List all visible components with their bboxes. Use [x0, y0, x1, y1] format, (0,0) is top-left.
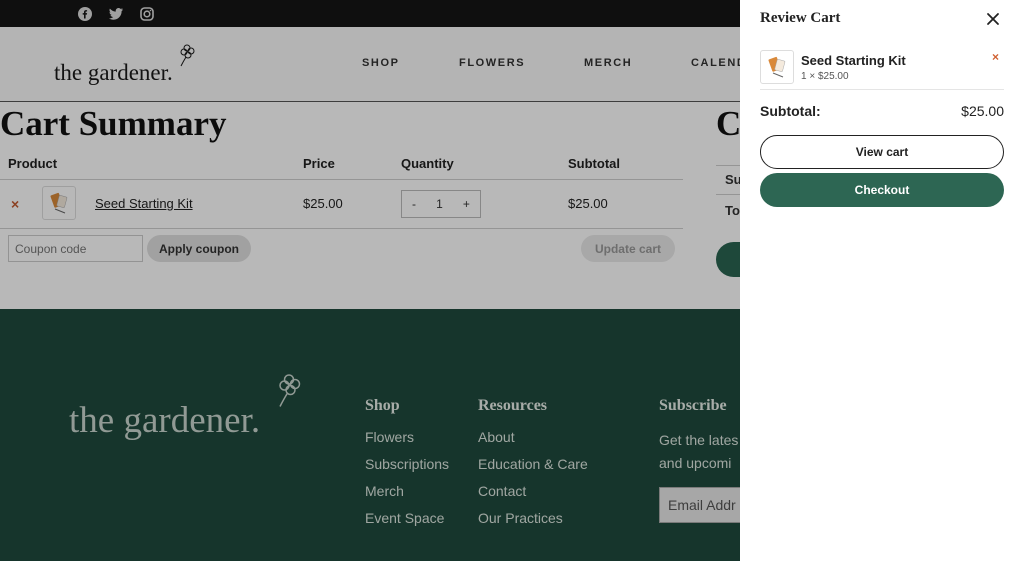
close-icon[interactable] — [984, 10, 1002, 28]
drawer-item-name[interactable]: Seed Starting Kit — [801, 53, 906, 68]
drawer-remove-item-button[interactable]: × — [992, 50, 999, 64]
drawer-product-thumbnail[interactable] — [760, 50, 794, 84]
drawer-item-meta: 1 × $25.00 — [801, 71, 849, 82]
drawer-subtotal-value: $25.00 — [961, 103, 1004, 119]
seed-kit-image-icon — [768, 56, 786, 78]
view-cart-button[interactable]: View cart — [760, 135, 1004, 169]
review-cart-drawer: Review Cart Seed Starting Kit 1 × $25.00… — [740, 0, 1024, 561]
drawer-subtotal-label: Subtotal: — [760, 103, 821, 119]
modal-backdrop[interactable] — [0, 0, 740, 561]
drawer-title: Review Cart — [760, 10, 841, 26]
drawer-divider — [760, 89, 1004, 90]
checkout-button[interactable]: Checkout — [760, 173, 1004, 207]
